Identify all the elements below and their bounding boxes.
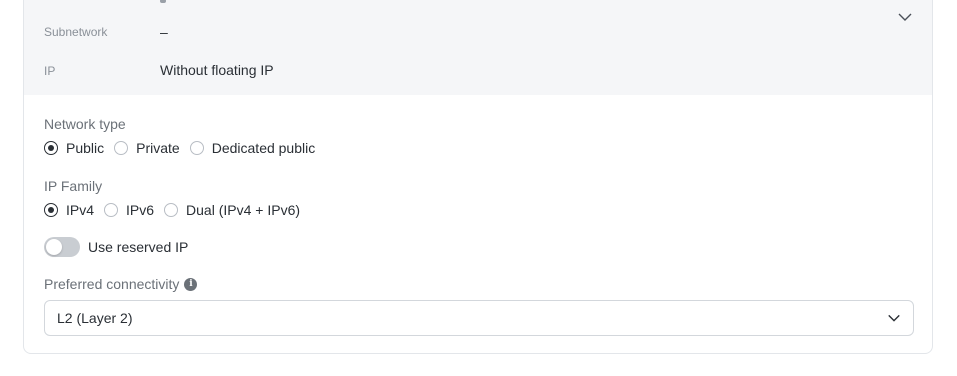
radio-public[interactable]: Public (44, 140, 104, 156)
radio-dot[interactable] (114, 141, 129, 155)
summary-key: IP (44, 64, 56, 78)
chevron-down-icon[interactable] (897, 9, 913, 25)
radio-dual-stack[interactable]: Dual (IPv4 + IPv6) (164, 202, 300, 218)
preferred-connectivity-label-row: Preferred connectivity i (44, 276, 198, 292)
radio-ipv6[interactable]: IPv6 (104, 202, 154, 218)
reserved-ip-toggle[interactable] (44, 237, 80, 257)
radio-dot[interactable] (104, 203, 119, 217)
network-settings-card: Subnetwork – IP Without floating IP Netw… (23, 0, 933, 354)
network-type-radio-group: Public Private Dedicated public (44, 140, 325, 156)
info-icon[interactable]: i (184, 277, 198, 291)
summary-value: Without floating IP (160, 62, 274, 78)
network-summary: Subnetwork – IP Without floating IP (24, 0, 932, 95)
radio-label: Public (66, 140, 105, 156)
preferred-connectivity-label: Preferred connectivity (44, 276, 180, 292)
radio-dot[interactable] (44, 203, 58, 217)
radio-label: IPv6 (126, 202, 155, 218)
radio-dot[interactable] (164, 203, 179, 217)
radio-private[interactable]: Private (114, 140, 180, 156)
summary-value: – (160, 24, 168, 40)
truncated-row (160, 0, 196, 3)
radio-ipv4[interactable]: IPv4 (44, 202, 94, 218)
summary-key: Subnetwork (44, 25, 108, 39)
chevron-down-icon (888, 314, 900, 322)
ip-family-label: IP Family (44, 178, 103, 194)
reserved-ip-row: Use reserved IP (44, 237, 188, 257)
ip-family-radio-group: IPv4 IPv6 Dual (IPv4 + IPv6) (44, 202, 310, 218)
network-type-label: Network type (44, 116, 126, 132)
radio-label: Dual (IPv4 + IPv6) (186, 202, 301, 218)
toggle-knob (46, 239, 62, 255)
preferred-connectivity-select[interactable]: L2 (Layer 2) (44, 300, 914, 336)
radio-dedicated-public[interactable]: Dedicated public (189, 140, 316, 156)
radio-label: IPv4 (66, 202, 95, 218)
select-value: L2 (Layer 2) (57, 310, 133, 326)
radio-label: Dedicated public (211, 140, 316, 156)
radio-label: Private (136, 140, 180, 156)
radio-dot[interactable] (44, 141, 58, 155)
radio-dot[interactable] (189, 141, 204, 155)
reserved-ip-label: Use reserved IP (88, 239, 189, 255)
